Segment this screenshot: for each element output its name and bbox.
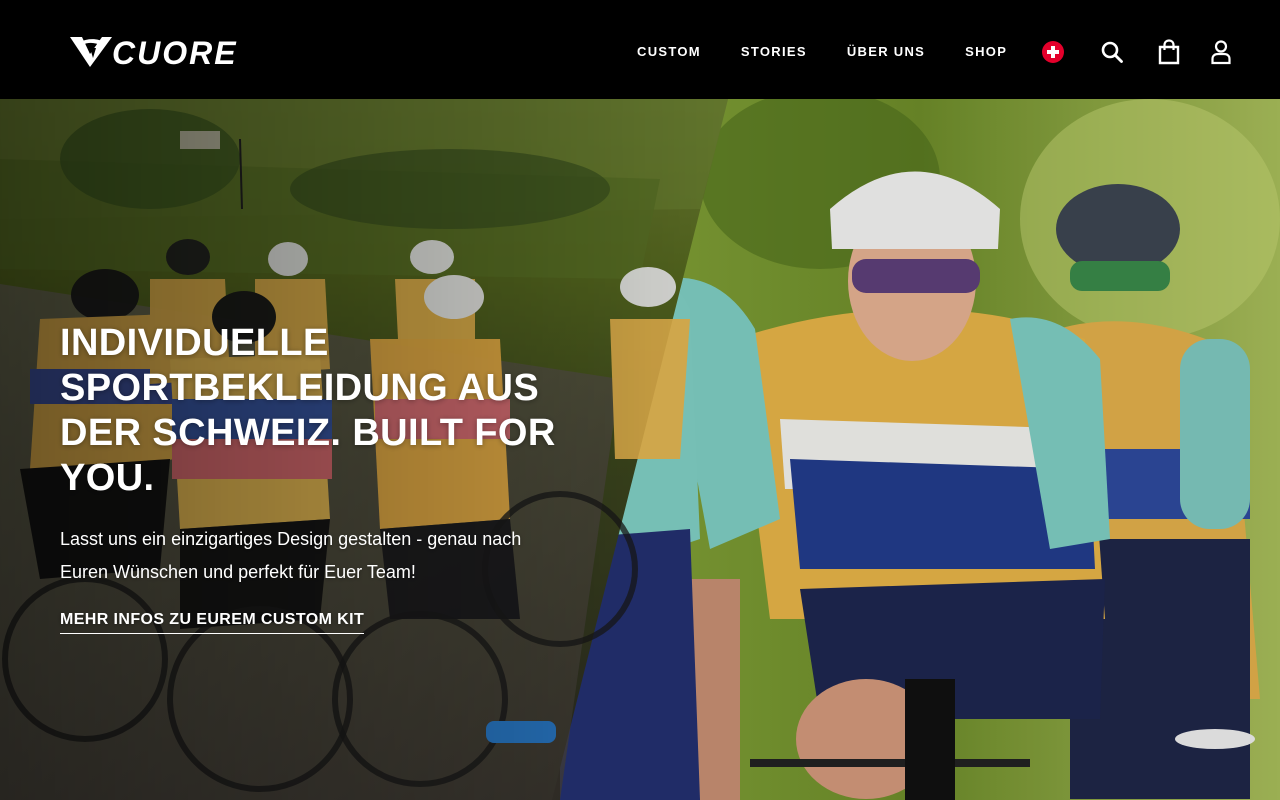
user-icon[interactable] (1209, 39, 1233, 65)
custom-kit-cta-link[interactable]: MEHR INFOS ZU EUREM CUSTOM KIT (60, 611, 365, 634)
nav-item-ueber-uns[interactable]: ÜBER UNS (847, 44, 925, 60)
nav-item-shop[interactable]: SHOP (965, 44, 1007, 60)
swiss-flag-icon[interactable] (1042, 41, 1064, 63)
hero-content: INDIVIDUELLE SPORTBEKLEIDUNG AUS DER SCH… (60, 321, 600, 634)
nav-item-custom[interactable]: CUSTOM (637, 44, 701, 60)
svg-text:CUORE: CUORE (112, 35, 238, 70)
hero-subtitle: Lasst uns ein einzigartiges Design gesta… (60, 529, 522, 582)
hero-section: INDIVIDUELLE SPORTBEKLEIDUNG AUS DER SCH… (0, 99, 1280, 800)
cuore-logo-mark: CUORE (70, 35, 238, 70)
search-icon[interactable] (1100, 40, 1124, 64)
hero-title: INDIVIDUELLE SPORTBEKLEIDUNG AUS DER SCH… (60, 322, 556, 499)
cuore-logo[interactable]: CUORE (68, 34, 270, 70)
main-nav: CUSTOM STORIES ÜBER UNS SHOP (637, 44, 1007, 60)
header-utilities (1042, 38, 1233, 66)
site-header: CUORE CUSTOM STORIES ÜBER UNS SHOP (0, 0, 1280, 99)
nav-item-stories[interactable]: STORIES (741, 44, 807, 60)
shopping-bag-icon[interactable] (1157, 39, 1181, 65)
